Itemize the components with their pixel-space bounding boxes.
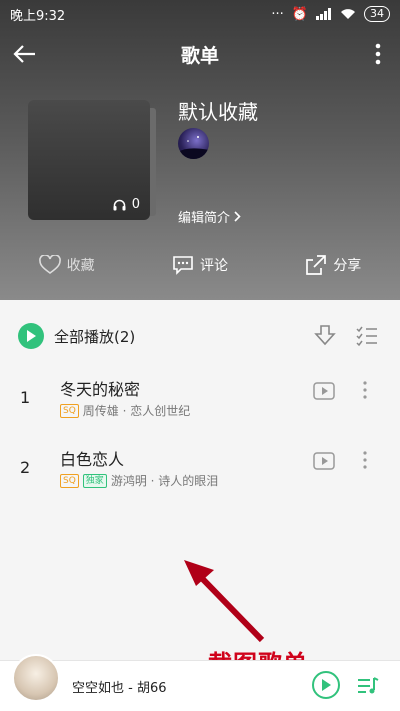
comment-label: 评论 bbox=[199, 258, 228, 274]
playlist-actions: 收藏 评论 分享 bbox=[0, 248, 400, 282]
mv-play-icon[interactable] bbox=[313, 452, 335, 470]
comment-button[interactable]: 评论 bbox=[133, 248, 266, 282]
play-count: 0 bbox=[113, 197, 140, 212]
favorite-button[interactable]: 收藏 bbox=[0, 248, 133, 282]
headphones-icon bbox=[113, 199, 126, 210]
song-artist-album: 游鸿明 · 诗人的眼泪 bbox=[110, 474, 219, 488]
wifi-icon bbox=[341, 9, 355, 19]
sq-badge: SQ bbox=[60, 403, 79, 418]
song-title: 冬天的秘密 bbox=[60, 380, 141, 399]
vertical-dots-icon bbox=[363, 381, 367, 399]
play-icon bbox=[322, 679, 331, 691]
status-bar: 晚上9:32 ··· ⏰ 34 bbox=[0, 0, 400, 28]
more-notifications-icon: ··· bbox=[271, 6, 284, 22]
song-meta: SQ 独家 游鸿明 · 诗人的眼泪 bbox=[60, 472, 218, 489]
chevron-right-icon bbox=[234, 211, 241, 222]
play-all-icon bbox=[18, 323, 44, 349]
multi-select-icon[interactable] bbox=[356, 324, 378, 348]
title-bar: 歌单 bbox=[0, 32, 400, 76]
play-button[interactable] bbox=[312, 671, 340, 699]
status-icons: ··· ⏰ 34 bbox=[271, 6, 390, 22]
play-all-label: 全部播放(2) bbox=[54, 327, 136, 346]
playlist-cover[interactable]: 0 bbox=[28, 100, 150, 220]
battery-indicator: 34 bbox=[364, 6, 390, 22]
playlist-header: 晚上9:32 ··· ⏰ 34 歌单 0 默认收藏 编辑简介 收藏 评论 分享 bbox=[0, 0, 400, 300]
song-row-2[interactable]: 2 白色恋人 SQ 独家 游鸿明 · 诗人的眼泪 bbox=[0, 440, 400, 500]
share-label: 分享 bbox=[333, 258, 362, 274]
song-row-1[interactable]: 1 冬天的秘密 SQ 周传雄 · 恋人创世纪 bbox=[0, 370, 400, 430]
now-playing-title: 空空如也 - 胡66 bbox=[72, 681, 167, 696]
mv-play-icon[interactable] bbox=[313, 382, 335, 400]
favorite-label: 收藏 bbox=[66, 258, 95, 274]
night-sky-image bbox=[178, 136, 209, 159]
share-icon bbox=[306, 255, 327, 275]
back-button[interactable] bbox=[10, 36, 40, 72]
download-icon[interactable] bbox=[314, 324, 336, 348]
vertical-dots-icon bbox=[375, 43, 381, 65]
page-title: 歌单 bbox=[180, 44, 219, 67]
song-index: 2 bbox=[20, 458, 31, 477]
status-time: 晚上9:32 bbox=[10, 8, 66, 24]
annotation-arrow bbox=[184, 560, 265, 643]
song-more-button[interactable] bbox=[358, 448, 372, 472]
song-artist-album: 周传雄 · 恋人创世纪 bbox=[82, 404, 191, 418]
exclusive-badge: 独家 bbox=[82, 473, 107, 488]
edit-intro-label: 编辑简介 bbox=[178, 211, 231, 226]
creator-avatar[interactable] bbox=[178, 128, 209, 159]
signal-icon bbox=[316, 8, 331, 20]
mini-player[interactable]: 空空如也 - 胡66 bbox=[0, 654, 400, 711]
play-count-value: 0 bbox=[131, 197, 140, 212]
song-more-button[interactable] bbox=[358, 378, 372, 402]
playlist-name: 默认收藏 bbox=[178, 100, 258, 124]
song-title: 白色恋人 bbox=[60, 450, 125, 469]
heart-icon bbox=[38, 255, 61, 274]
now-playing-cover[interactable] bbox=[12, 654, 60, 702]
vertical-dots-icon bbox=[363, 451, 367, 469]
share-button[interactable]: 分享 bbox=[267, 248, 400, 282]
playlist-queue-icon[interactable] bbox=[356, 675, 380, 697]
back-arrow-icon bbox=[13, 45, 35, 63]
play-all-button[interactable]: 全部播放(2) bbox=[18, 322, 135, 350]
comment-icon bbox=[173, 256, 193, 275]
sq-badge: SQ bbox=[60, 473, 79, 488]
song-meta: SQ 周传雄 · 恋人创世纪 bbox=[60, 402, 190, 419]
alarm-icon: ⏰ bbox=[291, 6, 308, 22]
more-options-button[interactable] bbox=[368, 36, 388, 72]
edit-intro-link[interactable]: 编辑简介 bbox=[178, 207, 241, 226]
song-index: 1 bbox=[20, 388, 31, 407]
